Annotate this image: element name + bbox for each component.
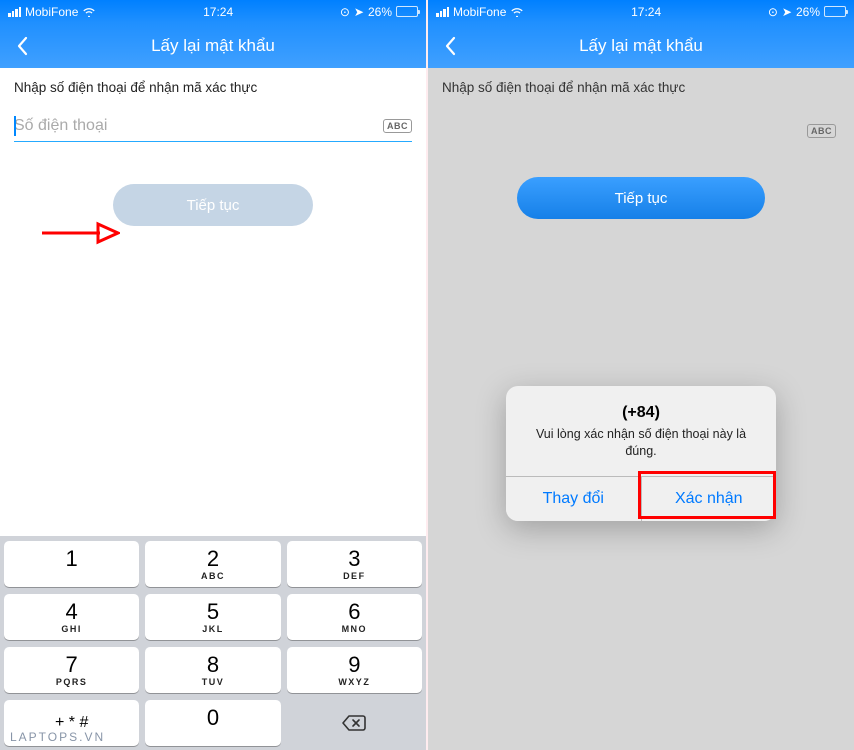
- carrier-label: MobiFone: [453, 5, 506, 19]
- carrier-label: MobiFone: [25, 5, 78, 19]
- key-1[interactable]: 1: [4, 541, 139, 587]
- alarm-icon: ⊙: [340, 5, 350, 19]
- phone-screenshot-left: MobiFone 17:24 ⊙ ➤ 26% Lấy lại mật khẩu …: [0, 0, 426, 750]
- status-bar: MobiFone 17:24 ⊙ ➤ 26%: [0, 0, 426, 23]
- phone-input[interactable]: [14, 117, 383, 135]
- confirm-button[interactable]: Xác nhận: [642, 477, 777, 521]
- change-button[interactable]: Thay đổi: [506, 477, 642, 521]
- back-button[interactable]: [440, 36, 460, 56]
- key-6[interactable]: 6MNO: [287, 594, 422, 640]
- key-9[interactable]: 9WXYZ: [287, 647, 422, 693]
- numeric-keypad: 1 2ABC 3DEF 4GHI 5JKL 6MNO 7PQRS 8TUV 9W…: [0, 536, 426, 750]
- battery-icon: [824, 6, 846, 17]
- instruction-text: Nhập số điện thoại để nhận mã xác thực: [442, 80, 840, 95]
- alarm-icon: ⊙: [768, 5, 778, 19]
- key-2[interactable]: 2ABC: [145, 541, 280, 587]
- abc-toggle[interactable]: ABC: [807, 124, 836, 138]
- battery-icon: [396, 6, 418, 17]
- continue-button[interactable]: Tiếp tục: [113, 184, 313, 226]
- key-5[interactable]: 5JKL: [145, 594, 280, 640]
- key-4[interactable]: 4GHI: [4, 594, 139, 640]
- phone-input-row: ABC: [14, 117, 412, 142]
- dialog-message: Vui lòng xác nhận số điện thoại này là đ…: [522, 426, 760, 460]
- key-backspace[interactable]: [287, 700, 422, 746]
- nav-bar: Lấy lại mật khẩu: [428, 23, 854, 68]
- text-cursor: [14, 116, 16, 136]
- key-0[interactable]: 0: [145, 700, 280, 746]
- signal-icon: [436, 7, 449, 17]
- nav-bar: Lấy lại mật khẩu: [0, 23, 426, 68]
- clock: 17:24: [203, 5, 233, 19]
- wifi-icon: [82, 7, 96, 17]
- status-bar: MobiFone 17:24 ⊙ ➤ 26%: [428, 0, 854, 23]
- page-title: Lấy lại mật khẩu: [460, 36, 822, 56]
- phone-screenshot-right: MobiFone 17:24 ⊙ ➤ 26% Lấy lại mật khẩu …: [428, 0, 854, 750]
- battery-percent: 26%: [796, 5, 820, 19]
- instruction-text: Nhập số điện thoại để nhận mã xác thực: [14, 80, 412, 95]
- wifi-icon: [510, 7, 524, 17]
- page-title: Lấy lại mật khẩu: [32, 36, 394, 56]
- clock: 17:24: [631, 5, 661, 19]
- watermark: LAPTOPS.VN: [10, 730, 105, 744]
- battery-percent: 26%: [368, 5, 392, 19]
- chevron-left-icon: [444, 36, 456, 56]
- key-8[interactable]: 8TUV: [145, 647, 280, 693]
- back-button[interactable]: [12, 36, 32, 56]
- dialog-title: (+84): [522, 404, 760, 422]
- confirm-dialog: (+84) Vui lòng xác nhận số điện thoại nà…: [506, 386, 776, 521]
- location-icon: ➤: [782, 5, 792, 19]
- continue-button[interactable]: Tiếp tục: [517, 177, 765, 219]
- chevron-left-icon: [16, 36, 28, 56]
- signal-icon: [8, 7, 21, 17]
- abc-toggle[interactable]: ABC: [383, 119, 412, 133]
- location-icon: ➤: [354, 5, 364, 19]
- key-3[interactable]: 3DEF: [287, 541, 422, 587]
- backspace-icon: [341, 713, 367, 733]
- key-7[interactable]: 7PQRS: [4, 647, 139, 693]
